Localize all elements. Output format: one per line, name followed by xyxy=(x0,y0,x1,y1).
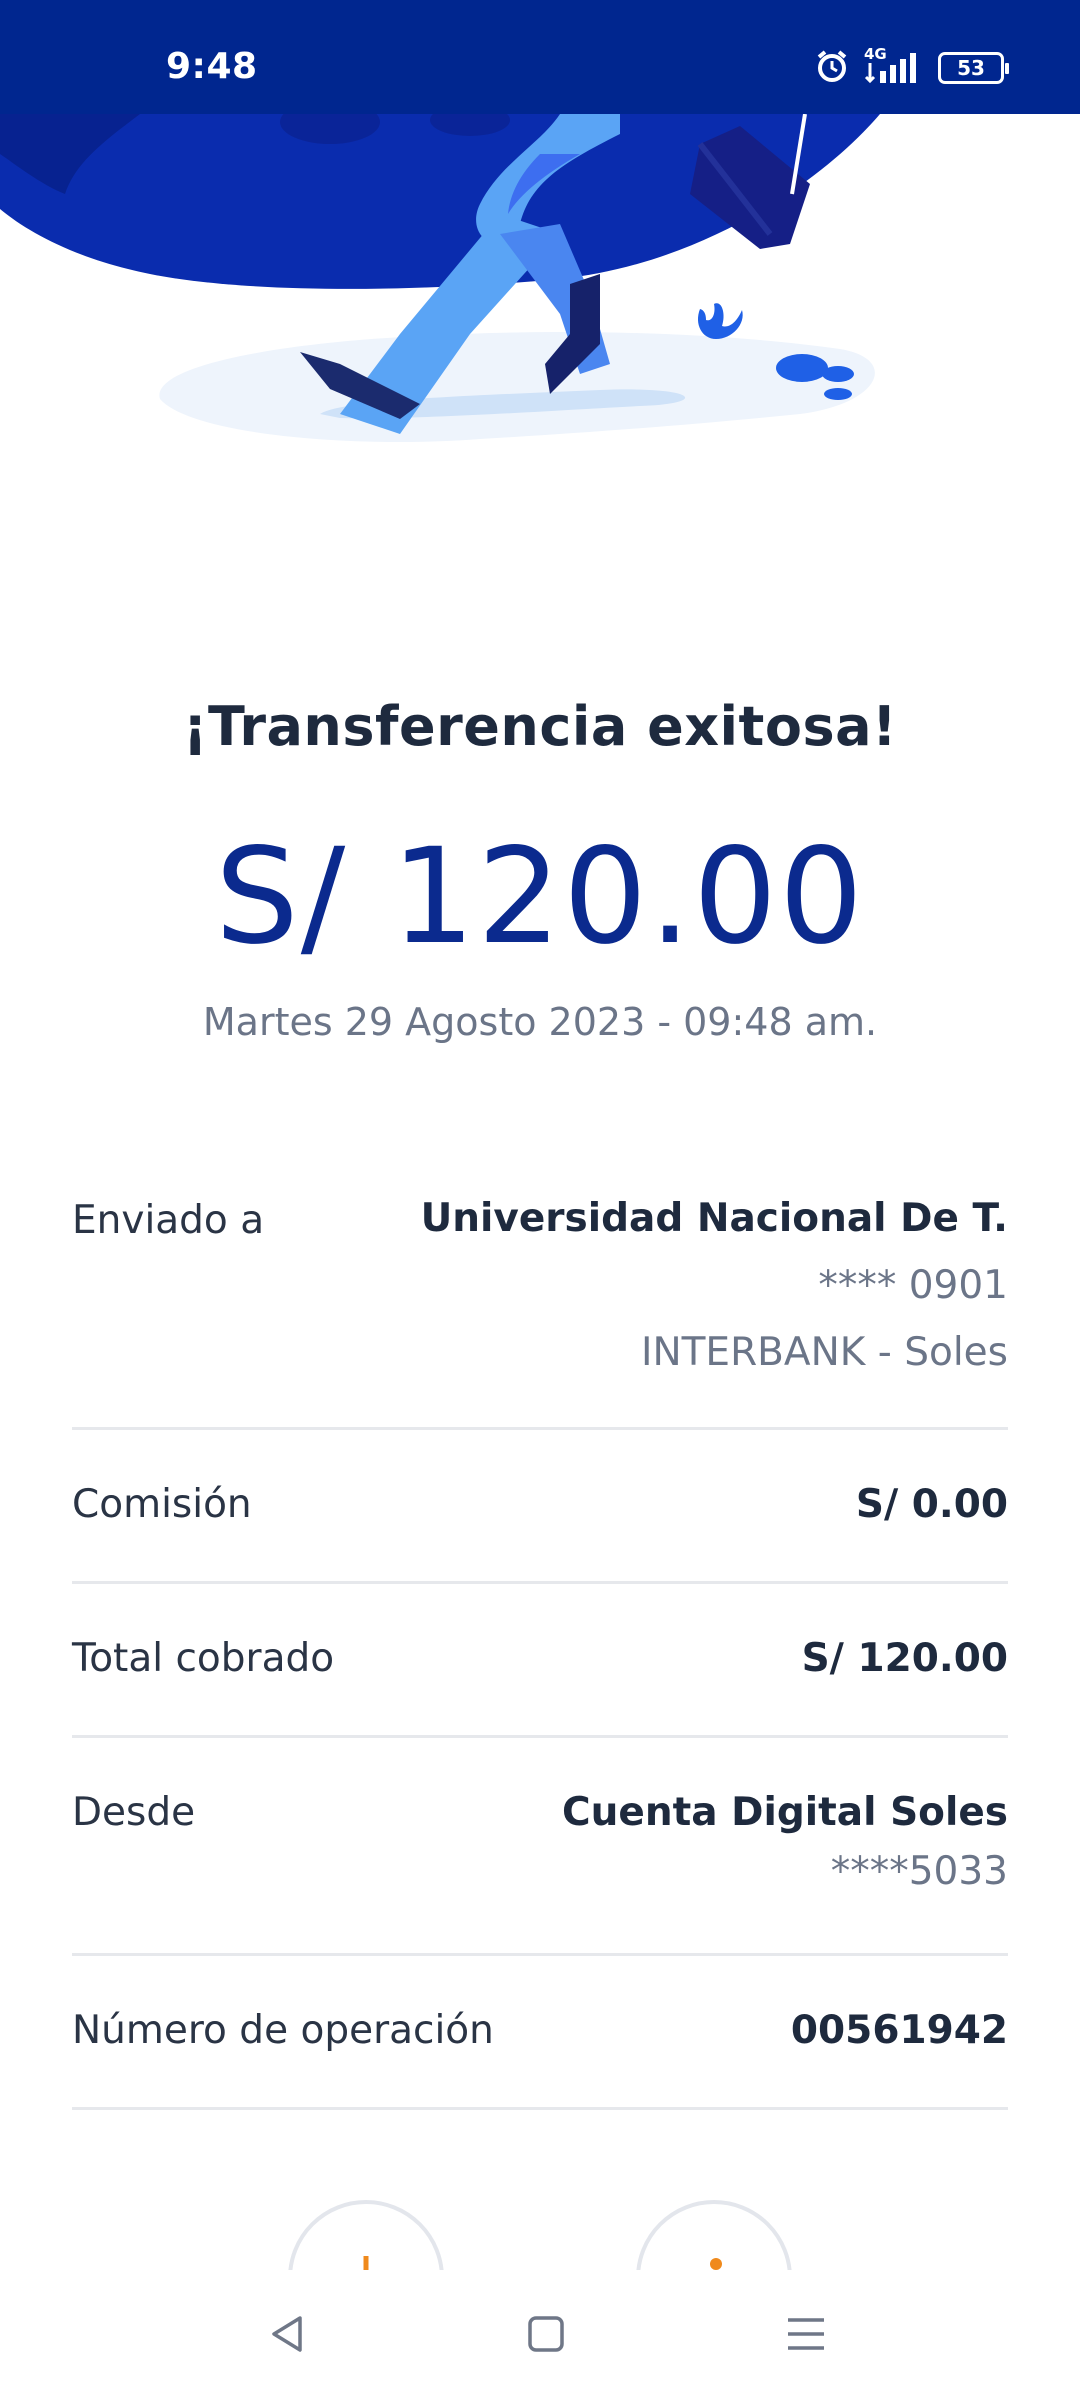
back-icon xyxy=(266,2312,310,2360)
from-label: Desde xyxy=(72,1790,196,1835)
operation-label: Número de operación xyxy=(72,2008,494,2053)
detail-row-total: Total cobrado S/ 120.00 xyxy=(72,1584,1008,1738)
home-button[interactable] xyxy=(516,2306,576,2366)
download-icon xyxy=(346,2252,386,2270)
from-account-name: Cuenta Digital Soles xyxy=(562,1790,1008,1835)
recipient-account: **** 0901 xyxy=(818,1263,1008,1308)
share-icon xyxy=(694,2252,734,2270)
detail-row-sent-to: Enviado a Universidad Nacional De T. ***… xyxy=(72,1170,1008,1430)
network-type: 4G xyxy=(864,45,887,63)
detail-row-from: Desde Cuenta Digital Soles ****5033 xyxy=(72,1738,1008,1956)
detail-row-operation: Número de operación 00561942 xyxy=(72,1956,1008,2110)
from-account-number: ****5033 xyxy=(830,1849,1008,1894)
system-nav-bar xyxy=(0,2270,1080,2400)
recipient-bank: INTERBANK - Soles xyxy=(640,1330,1008,1375)
home-icon xyxy=(524,2312,568,2360)
action-buttons xyxy=(0,2200,1080,2270)
back-button[interactable] xyxy=(258,2306,318,2366)
status-bar: 9:48 4G 53 xyxy=(0,0,1080,114)
total-label: Total cobrado xyxy=(72,1636,335,1681)
transfer-success-screen: 9:48 4G 53 ¡Transferencia exitosa! S/ 12… xyxy=(0,0,1080,2400)
status-icons: 4G 53 xyxy=(814,45,1009,88)
transfer-datetime: Martes 29 Agosto 2023 - 09:48 am. xyxy=(202,1000,878,1044)
transfer-amount: S/ 120.00 xyxy=(214,820,866,974)
page-title: ¡Transferencia exitosa! xyxy=(182,695,898,758)
download-button[interactable] xyxy=(288,2200,444,2270)
commission-label: Comisión xyxy=(72,1482,252,1527)
alarm-icon xyxy=(814,48,850,88)
status-time: 9:48 xyxy=(166,46,258,87)
battery-level: 53 xyxy=(957,56,985,80)
battery-icon: 53 xyxy=(938,52,1009,84)
sent-to-label: Enviado a xyxy=(72,1198,265,1243)
menu-icon xyxy=(784,2312,828,2360)
share-button[interactable] xyxy=(636,2200,792,2270)
person-walking-icon xyxy=(0,100,1080,494)
menu-button[interactable] xyxy=(776,2306,836,2366)
detail-row-commission: Comisión S/ 0.00 xyxy=(72,1430,1008,1584)
signal-icon: 4G xyxy=(864,45,924,85)
transfer-details: Enviado a Universidad Nacional De T. ***… xyxy=(72,1170,1008,2110)
